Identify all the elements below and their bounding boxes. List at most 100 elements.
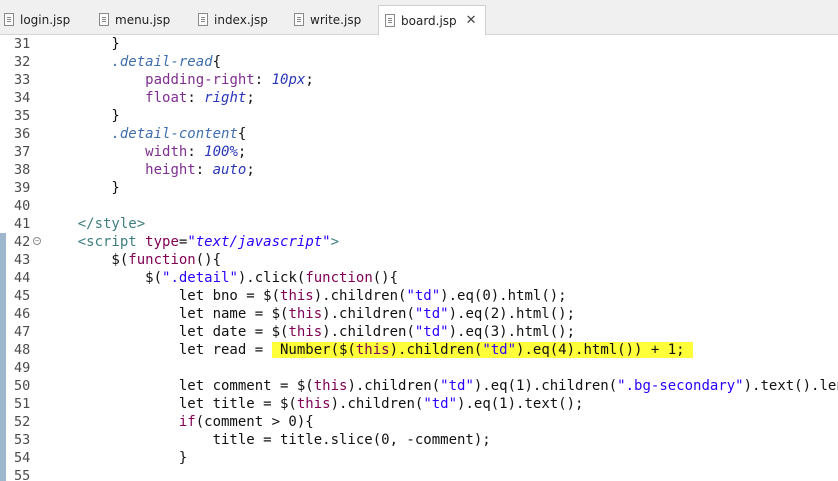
code-line[interactable]: 37 width: 100%; [0,143,838,161]
code-text: let name = $(this).children("td").eq(2).… [44,305,575,323]
tab-login-jsp[interactable]: login.jsp [2,6,70,33]
code-token: } [44,450,188,466]
code-token: : [187,90,205,106]
code-line[interactable]: 33 padding-right: 10px; [0,71,838,89]
code-text: width: 100%; [44,143,246,161]
code-line[interactable]: 52 if(comment > 0){ [0,413,838,431]
code-token: </style> [77,216,146,232]
line-number: 41 [14,216,31,232]
code-token: ".detail" [162,270,238,286]
code-token: let title = $( [44,396,297,412]
line-number: 32 [14,54,31,70]
code-line[interactable]: 55 [0,467,838,481]
code-token: "td" [414,324,449,340]
code-token: $( [44,270,163,286]
code-line[interactable]: 51 let title = $(this).children("td").eq… [0,395,838,413]
code-token: ).children( [322,324,415,340]
jsp-file-icon [99,13,109,26]
code-token: ; [246,162,255,178]
line-number: 53 [14,432,31,448]
line-number: 39 [14,180,31,196]
close-icon[interactable]: ✕ [466,14,477,27]
code-token: (){ [195,252,222,268]
code-line[interactable]: 53 title = title.slice(0, -comment); [0,431,838,449]
fold-toggle-icon[interactable]: − [33,237,41,245]
code-text: height: auto; [44,161,255,179]
code-token: this [288,306,323,322]
code-token: title = title.slice(0, -comment); [44,432,491,448]
code-text: .detail-content{ [44,125,246,143]
code-line[interactable]: 31 } [0,35,838,53]
code-line[interactable]: 54 } [0,449,838,467]
line-number: 37 [14,144,31,160]
highlighted-token: ).children( [389,342,483,358]
code-line[interactable]: 41 </style> [0,215,838,233]
code-line[interactable]: 40 [0,197,838,215]
code-text: $(function(){ [44,251,221,269]
code-token: float [145,90,188,106]
line-number: 42 [14,234,31,250]
tab-menu-jsp[interactable]: menu.jsp [97,6,170,33]
code-line[interactable]: 34 float: right; [0,89,838,107]
line-number: 55 [14,468,31,481]
code-line[interactable]: 38 height: auto; [0,161,838,179]
code-token: ).children( [347,378,441,394]
jsp-file-icon [4,13,14,26]
code-line[interactable]: 50 let comment = $(this).children("td").… [0,377,838,395]
code-token: ; [237,144,247,160]
code-token: function [305,270,373,286]
code-token: .detail-read [111,54,213,70]
tab-index-jsp[interactable]: index.jsp [196,6,268,33]
line-number: 31 [14,36,31,52]
code-line[interactable]: 45 let bno = $(this).children("td").eq(0… [0,287,838,305]
line-number: 43 [14,252,31,268]
tab-board-jsp[interactable]: board.jsp ✕ [378,5,486,35]
code-token: let date = $( [44,324,289,340]
code-text: if(comment > 0){ [44,413,314,431]
code-text: let title = $(this).children("td").eq(1)… [44,395,584,413]
code-token: ).children( [330,396,424,412]
code-token: : [187,144,205,160]
code-token: this [296,396,331,412]
code-line[interactable]: 42− <script type="text/javascript"> [0,233,838,251]
code-line[interactable]: 36 .detail-content{ [0,125,838,143]
code-token: let read = [44,342,272,358]
code-token: : [195,162,213,178]
tab-write-jsp[interactable]: write.jsp [292,6,361,33]
code-text: } [44,179,119,197]
code-token: > [330,234,340,250]
jsp-file-icon [294,13,304,26]
code-token: function [128,252,196,268]
code-token: let name = $( [44,306,289,322]
code-line[interactable]: 43 $(function(){ [0,251,838,269]
code-line[interactable]: 49 [0,359,838,377]
jsp-file-icon [385,14,395,27]
jsp-file-icon [198,13,208,26]
code-token: padding-right [145,72,255,88]
code-text: let date = $(this).children("td").eq(3).… [44,323,575,341]
code-token: auto [212,162,247,178]
code-line[interactable]: 48 let read = Number($(this).children("t… [0,341,838,359]
code-token: ).eq(1).text(); [457,396,584,412]
highlighted-token: this [355,342,390,358]
code-line[interactable]: 32 .detail-read{ [0,53,838,71]
code-token: right [204,90,247,106]
code-line[interactable]: 47 let date = $(this).children("td").eq(… [0,323,838,341]
code-text: title = title.slice(0, -comment); [44,431,491,449]
line-number: 34 [14,90,31,106]
code-token: "td" [414,306,449,322]
code-line[interactable]: 46 let name = $(this).children("td").eq(… [0,305,838,323]
code-editor[interactable]: 31 } 32 .detail-read{33 padding-right: 10… [0,35,838,481]
code-text: } [44,449,187,467]
code-token: ).eq(3).html(); [448,324,576,340]
code-token: ).eq(0).html(); [440,288,567,304]
code-line[interactable]: 35 } [0,107,838,125]
code-token: "text/javascript" [187,234,331,250]
code-text: let read = Number($(this).children("td")… [44,341,694,359]
code-text: } [44,107,119,125]
code-line[interactable]: 39 } [0,179,838,197]
code-line[interactable]: 44 $(".detail").click(function(){ [0,269,838,287]
